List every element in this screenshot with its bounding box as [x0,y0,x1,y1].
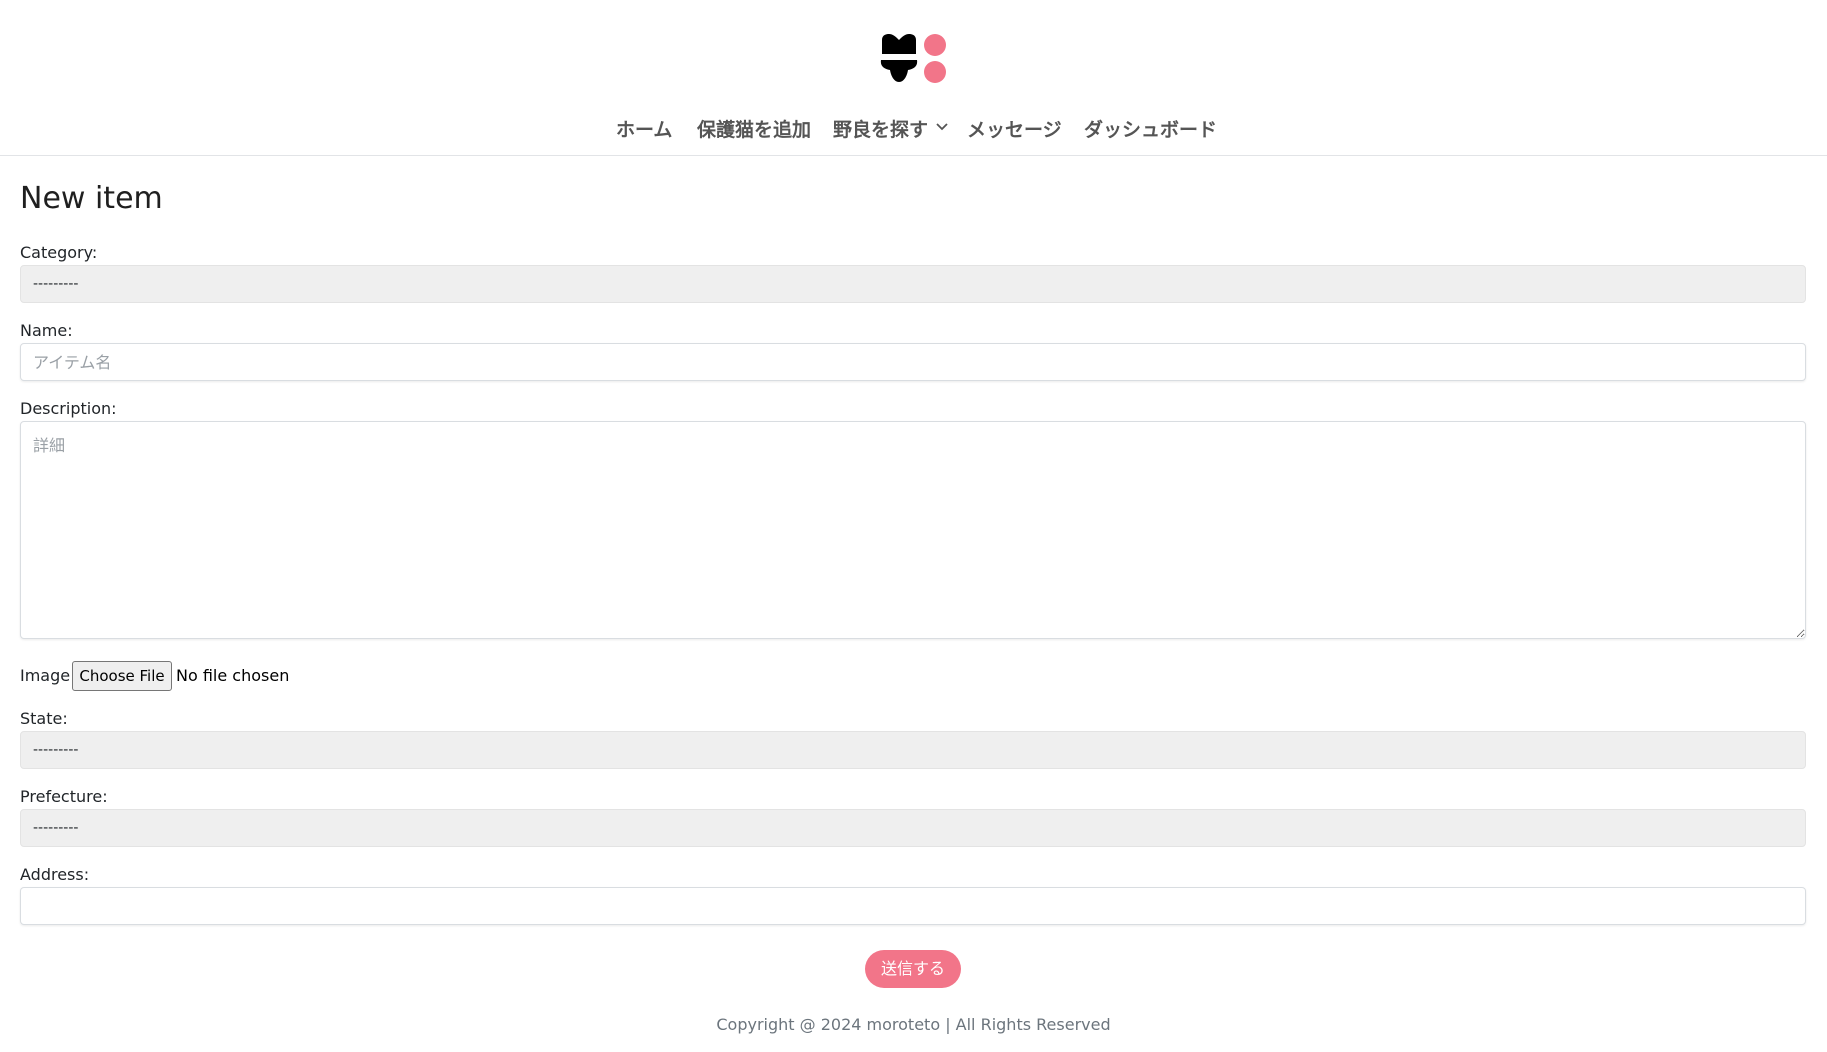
submit-button[interactable]: 送信する [865,950,961,988]
prefecture-label: Prefecture: [20,787,108,806]
cat-paw-logo-icon[interactable] [878,34,948,86]
nav-add-rescue-cat[interactable]: 保護猫を追加 [697,112,811,148]
description-textarea[interactable] [20,421,1806,639]
file-status-text: No file chosen [176,666,290,685]
name-input[interactable] [20,343,1806,381]
description-label: Description: [20,399,117,418]
site-header: ホーム 保護猫を追加 野良を探す メッセージ ダッシュボード [0,0,1827,156]
page-title: New item [20,181,163,216]
category-select[interactable]: --------- [20,265,1806,303]
main-nav: ホーム 保護猫を追加 野良を探す メッセージ ダッシュボード [0,112,1827,148]
nav-home[interactable]: ホーム [616,112,672,148]
state-select[interactable]: --------- [20,731,1806,769]
footer-copyright: Copyright @ 2024 moroteto | All Rights R… [716,1015,1111,1034]
nav-dashboard[interactable]: ダッシュボード [1084,112,1217,148]
choose-file-button[interactable]: Choose File [72,661,172,691]
address-label: Address: [20,865,90,884]
state-label: State: [20,709,68,728]
category-label: Category: [20,243,98,262]
nav-messages[interactable]: メッセージ [967,112,1062,148]
nav-find-strays[interactable]: 野良を探す [833,112,928,148]
image-label: Image: [20,666,76,685]
name-label: Name: [20,321,73,340]
chevron-down-icon[interactable] [935,121,949,133]
address-input[interactable] [20,887,1806,925]
prefecture-select[interactable]: --------- [20,809,1806,847]
